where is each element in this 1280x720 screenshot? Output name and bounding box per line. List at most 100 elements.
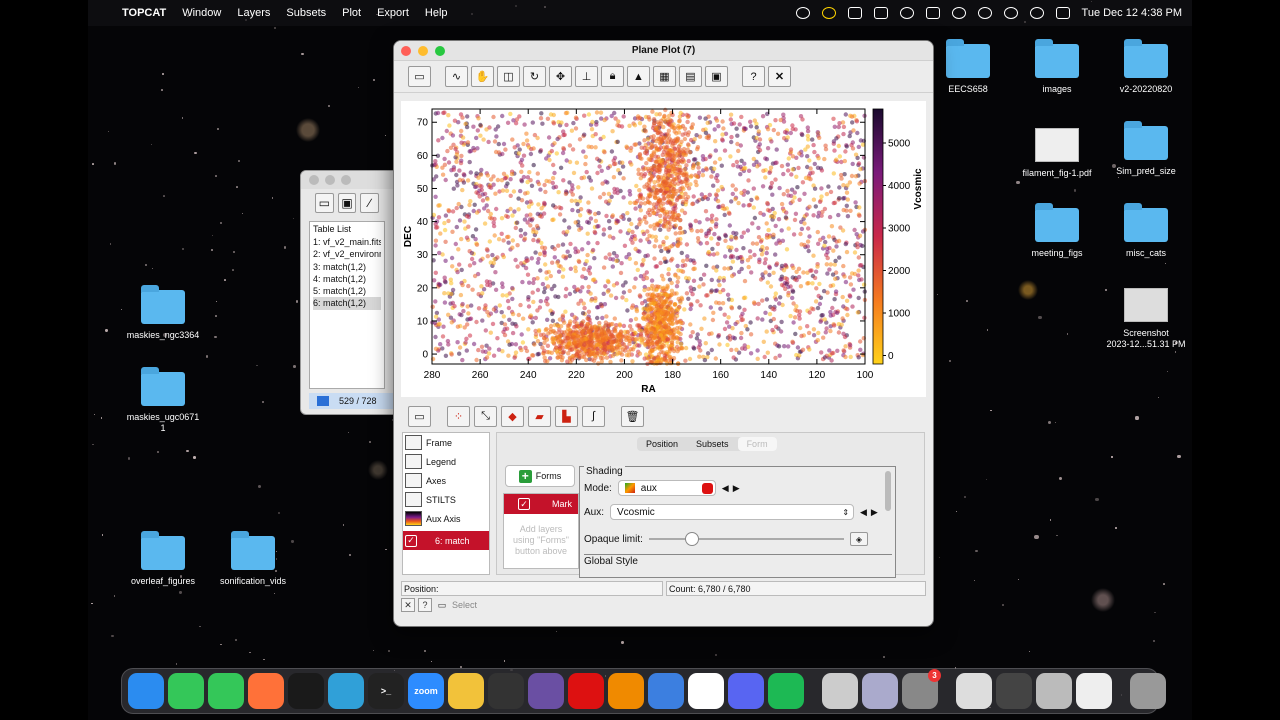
tab-subsets[interactable]: Subsets <box>687 437 738 451</box>
desktop-icon-screenshot[interactable]: Screenshot 2023-12...51.31 PM <box>1096 288 1196 350</box>
desktop-icon-maskies-ugc06711[interactable]: maskies_ugc0671 1 <box>113 367 213 434</box>
table-list-item[interactable]: 5: match(1,2) <box>313 285 381 297</box>
config-scrollbar[interactable] <box>885 471 891 511</box>
finder-icon[interactable] <box>128 673 164 709</box>
resize-icon[interactable]: ⊥ <box>575 66 598 87</box>
xcode-icon[interactable] <box>648 673 684 709</box>
desktop-icon-misc-cats[interactable]: misc_cats <box>1096 203 1196 259</box>
zoom-icon[interactable]: zoom <box>408 673 444 709</box>
opaque-slider[interactable] <box>648 532 844 546</box>
function-layer-icon[interactable]: ∫ <box>582 405 605 427</box>
desktop-icon-images[interactable]: images <box>1007 39 1107 95</box>
layer-checkbox[interactable]: ✓ <box>405 534 417 547</box>
menu-subsets[interactable]: Subsets <box>286 7 326 19</box>
menu-plot[interactable]: Plot <box>342 7 361 19</box>
aux-select[interactable]: Vcosmic ⇕ <box>610 504 855 520</box>
preview-icon[interactable] <box>862 673 898 709</box>
delete-layer-icon[interactable]: 🗑︎ <box>621 405 644 427</box>
table-list-item[interactable]: 1: vf_v2_main.fits <box>313 236 381 248</box>
navigate-icon[interactable]: ✥ <box>549 66 572 87</box>
menu-help[interactable]: Help <box>425 7 448 19</box>
messages-icon[interactable] <box>208 673 244 709</box>
table-icon[interactable]: ▤ <box>679 66 702 87</box>
vlc-icon[interactable] <box>608 673 644 709</box>
discord-icon[interactable] <box>728 673 764 709</box>
mode-prev-next-icon[interactable]: ◀▶ <box>722 483 744 494</box>
search-icon[interactable] <box>1029 7 1044 19</box>
cancel-icon[interactable]: ✕ <box>401 598 415 612</box>
emacs-icon[interactable] <box>528 673 564 709</box>
mode-select[interactable]: aux <box>617 480 716 496</box>
control-aux-axis[interactable]: Aux Axis <box>403 509 489 528</box>
help-small-icon[interactable]: ? <box>418 598 432 612</box>
sun-app-icon[interactable] <box>328 673 364 709</box>
control-stilts[interactable]: STILTS <box>403 490 489 509</box>
close-icon[interactable]: ✕ <box>768 66 791 87</box>
trash-icon[interactable] <box>1130 673 1166 709</box>
subset-icon[interactable]: ◫ <box>497 66 520 87</box>
histogram-layer-icon[interactable]: ▙ <box>555 405 578 427</box>
control-layer-match[interactable]: ✓ 6: match <box>403 531 489 550</box>
menu-window[interactable]: Window <box>182 7 221 19</box>
time-machine-icon[interactable] <box>951 7 966 19</box>
lock-icon[interactable]: 🔒︎ <box>601 66 624 87</box>
yellow-circle-icon[interactable] <box>821 7 836 19</box>
menubar-clock[interactable]: Tue Dec 12 4:38 PM <box>1082 7 1182 19</box>
desktop-icon-v2[interactable]: v2-20220820 <box>1096 39 1196 95</box>
recent-window-3-icon[interactable] <box>1036 673 1072 709</box>
user-icon[interactable] <box>1003 7 1018 19</box>
menu-export[interactable]: Export <box>377 7 409 19</box>
control-axes[interactable]: Axes <box>403 471 489 490</box>
slider-reset-icon[interactable]: ◈ <box>849 532 868 546</box>
desktop-icon-overleaf-figures[interactable]: overleaf_figures <box>113 531 213 587</box>
spotify-icon[interactable] <box>768 673 804 709</box>
replot-icon[interactable]: ↻ <box>523 66 546 87</box>
form-list-item-mark[interactable]: ✓ Mark <box>504 494 578 514</box>
slider-knob[interactable] <box>684 532 699 546</box>
form-checkbox[interactable]: ✓ <box>518 498 530 510</box>
recent-window-2-icon[interactable] <box>996 673 1032 709</box>
recent-window-4-icon[interactable] <box>1076 673 1112 709</box>
colormap-icon[interactable]: ▦ <box>653 66 676 87</box>
facetime-icon[interactable] <box>168 673 204 709</box>
control-legend[interactable]: Legend <box>403 452 489 471</box>
forms-button[interactable]: + Forms <box>505 465 575 487</box>
quicktime-icon[interactable] <box>822 673 858 709</box>
scatter-layer-icon[interactable]: ⁘ <box>447 405 470 427</box>
close-window-icon[interactable] <box>309 175 319 185</box>
select-label[interactable]: Select <box>452 600 477 610</box>
shapes-layer-icon[interactable]: ◆ <box>501 405 524 427</box>
aux-prev-next-icon[interactable]: ◀▶ <box>860 507 882 518</box>
battery-icon[interactable] <box>925 7 940 19</box>
terminal-icon[interactable]: >_ <box>368 673 404 709</box>
record-icon[interactable] <box>795 7 810 19</box>
cloud-icon[interactable] <box>847 7 862 19</box>
desktop-icon-maskies-ngc3364[interactable]: maskies_ngc3364 <box>113 285 213 341</box>
wifi-icon[interactable] <box>977 7 992 19</box>
density-layer-icon[interactable]: ▰ <box>528 405 551 427</box>
lock-color-icon[interactable]: ▲ <box>627 66 650 87</box>
help-icon[interactable]: ? <box>742 66 765 87</box>
table-list-item[interactable]: 2: vf_v2_environme <box>313 248 381 260</box>
plot-panel[interactable]: 280 260 240 220 200 180 160 140 120 100 0 10 20 30 40 5… <box>401 101 926 397</box>
xquartz-icon[interactable] <box>488 673 524 709</box>
table-list-item[interactable]: 4: match(1,2) <box>313 273 381 285</box>
control-center-icon[interactable] <box>1055 7 1070 19</box>
tab-form[interactable]: Form <box>737 437 777 451</box>
table-list-item-selected[interactable]: 6: match(1,2) <box>313 297 381 310</box>
ds9-icon[interactable] <box>288 673 324 709</box>
zoom-window-icon[interactable] <box>341 175 351 185</box>
play-icon[interactable] <box>899 7 914 19</box>
new-window-icon[interactable]: ▭ <box>408 66 431 87</box>
recent-window-1-icon[interactable] <box>956 673 992 709</box>
zoom-icon[interactable]: ✋ <box>471 66 494 87</box>
settings-icon[interactable]: 3 <box>902 669 941 709</box>
topcat-icon[interactable] <box>448 673 484 709</box>
control-frame[interactable]: Frame <box>403 433 489 452</box>
table-list-item[interactable]: 3: match(1,2) <box>313 261 381 273</box>
acrobat-icon[interactable] <box>568 673 604 709</box>
minimize-window-icon[interactable] <box>325 175 335 185</box>
tool-icon[interactable]: ∕ <box>360 193 380 213</box>
scatter-plot[interactable]: 280 260 240 220 200 180 160 140 120 1000102030405… <box>401 101 926 397</box>
desktop-icon-sim-pred-size[interactable]: Sim_pred_size <box>1096 121 1196 177</box>
